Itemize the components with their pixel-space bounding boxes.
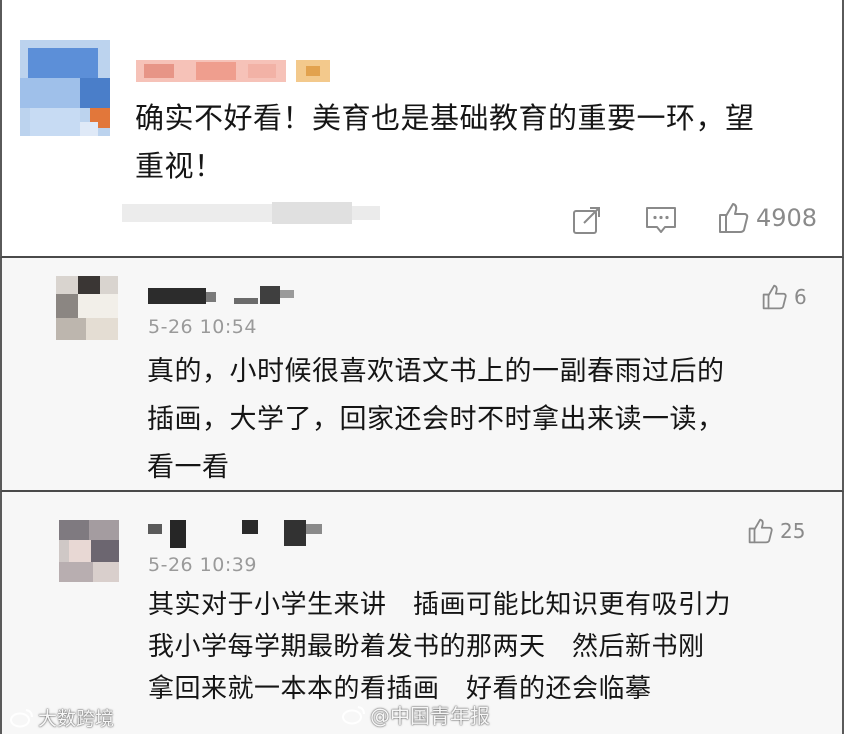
thumbs-up-icon bbox=[762, 284, 787, 310]
username[interactable] bbox=[148, 286, 298, 308]
comment-text: 确实不好看！美育也是基础教育的重要一环，望 重视！ bbox=[135, 94, 755, 190]
username[interactable] bbox=[136, 58, 332, 84]
comment-button[interactable] bbox=[645, 205, 677, 235]
watermark-left-text: 大数跨境 bbox=[38, 708, 115, 730]
weibo-logo-icon bbox=[10, 708, 33, 727]
comment-text-line: 我小学每学期最盼着发书的那两天 然后新书刚 bbox=[148, 632, 705, 662]
comment-card-1: 确实不好看！美育也是基础教育的重要一环，望 重视！ 4908 bbox=[0, 0, 844, 258]
like-count: 4908 bbox=[756, 204, 818, 232]
avatar[interactable] bbox=[59, 520, 119, 582]
comment-text-line: 看一看 bbox=[147, 452, 230, 483]
comment-text: 真的，小时候很喜欢语文书上的一副春雨过后的 插画，大学了，回家还会时不时拿出来读… bbox=[147, 348, 725, 492]
share-icon bbox=[573, 207, 600, 234]
comment-text: 其实对于小学生来讲 插画可能比知识更有吸引力 我小学每学期最盼着发书的那两天 然… bbox=[148, 584, 731, 710]
like-button[interactable]: 25 bbox=[748, 518, 805, 544]
share-button[interactable] bbox=[572, 205, 602, 235]
comment-time: 5-26 10:54 bbox=[148, 316, 257, 338]
comment-text-line: 确实不好看！美育也是基础教育的重要一环，望 bbox=[135, 101, 755, 135]
like-count: 6 bbox=[794, 285, 807, 309]
comment-icon bbox=[646, 207, 676, 233]
avatar[interactable] bbox=[20, 40, 110, 136]
thumbs-up-icon bbox=[719, 203, 749, 233]
comment-card-3: 5-26 10:39 25 其实对于小学生来讲 插画可能比知识更有吸引力 我小学… bbox=[0, 492, 844, 734]
watermark-left: 大数跨境 bbox=[10, 704, 114, 731]
watermark-right: @中国青年报 bbox=[342, 700, 490, 729]
like-button[interactable]: 4908 bbox=[718, 202, 817, 234]
thumbs-up-icon bbox=[748, 518, 773, 544]
avatar[interactable] bbox=[56, 276, 118, 340]
comment-time: 5-26 10:39 bbox=[148, 554, 257, 576]
comment-text-line: 重视！ bbox=[135, 149, 224, 183]
comment-text-line: 其实对于小学生来讲 插画可能比知识更有吸引力 bbox=[148, 590, 732, 620]
post-meta bbox=[122, 200, 382, 228]
comment-text-line: 真的，小时候很喜欢语文书上的一副春雨过后的 bbox=[147, 356, 725, 387]
comment-text-line: 插画，大学了，回家还会时不时拿出来读一读， bbox=[147, 404, 725, 435]
like-button[interactable]: 6 bbox=[762, 284, 807, 310]
watermark-right-text: @中国青年报 bbox=[370, 704, 490, 728]
comment-card-2: 5-26 10:54 6 真的，小时候很喜欢语文书上的一副春雨过后的 插画，大学… bbox=[0, 258, 844, 492]
weibo-logo-icon bbox=[342, 705, 365, 724]
like-count: 25 bbox=[780, 519, 806, 543]
username[interactable] bbox=[148, 520, 328, 550]
